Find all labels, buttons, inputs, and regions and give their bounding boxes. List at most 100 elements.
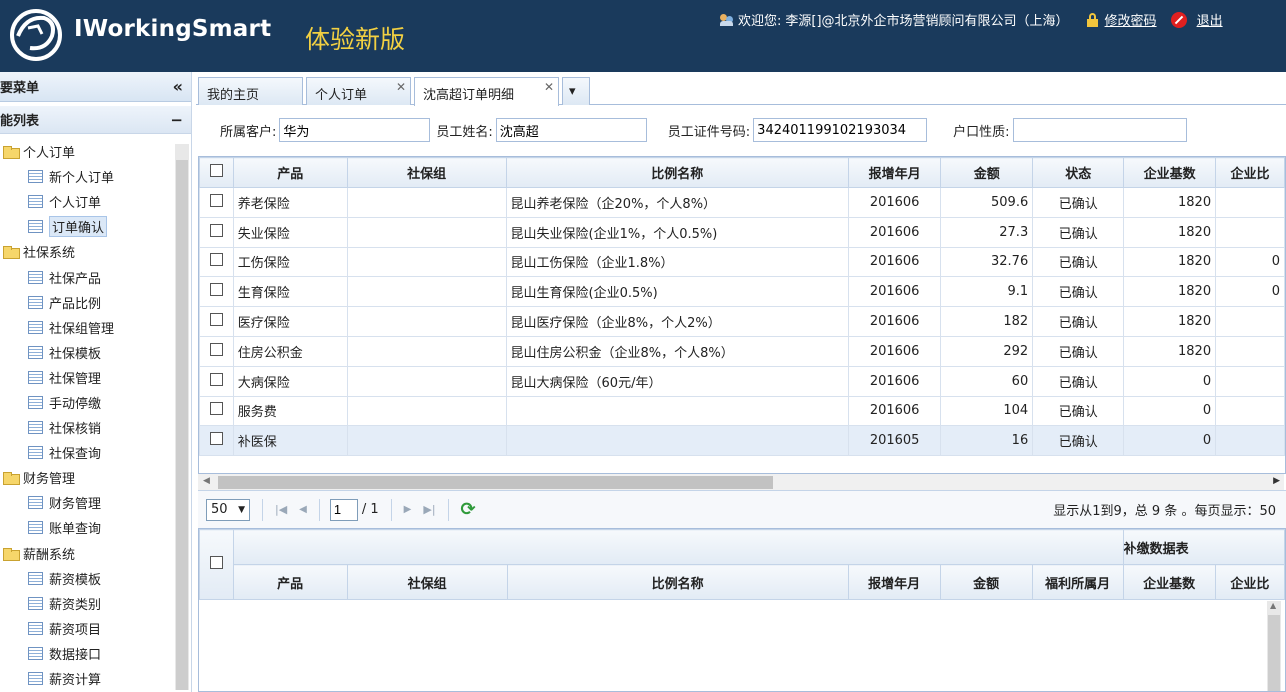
column-header[interactable]: 产品 [232,157,348,188]
table-row[interactable]: 失业保险 昆山失业保险(企业1%，个人0.5%) 201606 27.3 已确认 1820 [199,216,1285,248]
sidebar-item[interactable]: 社保查询 [0,440,191,465]
function-list-toggle[interactable]: − [170,111,183,129]
employee-name-field[interactable] [495,118,647,142]
last-page-icon[interactable]: ▶| [423,503,435,516]
sidebar-item[interactable]: 订单确认 [0,214,191,239]
sidebar-item[interactable]: 账单查询 [0,515,191,540]
sidebar-item[interactable]: 薪资计算 [0,666,191,691]
sidebar-item[interactable]: 个人订单 [0,189,191,214]
row-checkbox[interactable] [209,342,223,356]
sidebar-item[interactable]: 社保管理 [0,365,191,390]
sidebar-item[interactable]: 薪资类别 [0,591,191,616]
column-header[interactable]: 社保组 [346,157,507,188]
table-cell: 60 [940,365,1034,397]
row-checkbox[interactable] [209,432,223,446]
tab-order-detail[interactable]: 沈高超订单明细 ✕ [414,77,559,106]
tab-home[interactable]: 我的主页 [198,77,303,105]
column-header[interactable]: 企业比 [1215,157,1285,188]
logout-link[interactable]: 退出 [1197,10,1223,29]
sidebar-item[interactable]: 社保核销 [0,415,191,440]
supplement-vertical-scrollbar[interactable]: ▲ [1267,601,1281,691]
column-header[interactable]: 社保组 [346,564,508,600]
hukou-label: 户口性质: [953,124,1010,140]
customer-field[interactable] [279,118,431,142]
supplement-vscroll-thumb[interactable] [1268,615,1280,691]
column-header[interactable]: 福利所属月 [1031,564,1124,600]
sidebar-item[interactable]: 手动停缴 [0,390,191,415]
select-all-checkbox[interactable] [209,164,223,177]
column-header[interactable]: 比例名称 [506,564,849,600]
column-header[interactable]: 企业基数 [1122,564,1216,600]
table-row[interactable]: 医疗保险 昆山医疗保险（企业8%，个人2%） 201606 182 已确认 1820 [199,306,1285,337]
column-header[interactable]: 金额 [940,157,1034,188]
tab-list-dropdown[interactable]: ▾ [562,77,590,105]
tab-close-icon[interactable]: ✕ [396,80,406,94]
tree-scrollbar-thumb[interactable] [176,160,188,690]
table-row[interactable]: 大病保险 昆山大病保险（60元/年） 201606 60 已确认 0 [199,365,1285,397]
sidebar-item[interactable]: 社保组管理 [0,315,191,340]
sidebar-item[interactable]: 薪资项目 [0,616,191,641]
tree-folder[interactable]: 个人订单 [0,139,191,164]
tree-folder[interactable]: 社保系统 [0,239,191,264]
row-checkbox[interactable] [209,402,223,416]
first-page-icon[interactable]: |◀ [275,503,287,516]
table-row[interactable]: 补医保 201605 16 已确认 0 [199,425,1285,457]
tab-close-icon[interactable]: ✕ [544,80,554,94]
sidebar-item[interactable]: 社保产品 [0,264,191,289]
row-checkbox[interactable] [209,253,223,267]
tree-scrollbar[interactable] [175,144,189,690]
page-size-select[interactable]: 50 ▼ [206,498,250,521]
new-version-label[interactable]: 体验新版 [305,20,405,56]
change-password-link[interactable]: 修改密码 [1105,10,1157,29]
select-all-checkbox[interactable] [209,556,223,569]
table-row[interactable]: 生育保险 昆山生育保险(企业0.5%) 201606 9.1 已确认 1820 0 [199,276,1285,308]
page-number-input[interactable] [329,498,358,521]
table-row[interactable]: 住房公积金 昆山住房公积金（企业8%，个人8%） 201606 292 已确认 1820 [199,335,1285,367]
page-size-value: 50 [211,502,228,517]
row-checkbox[interactable] [209,283,223,297]
list-icon [28,395,43,409]
list-icon [28,672,43,686]
scroll-up-icon[interactable]: ▲ [1270,601,1276,610]
column-header[interactable]: 企业基数 [1123,157,1217,188]
column-header[interactable]: 报增年月 [847,564,941,600]
refresh-icon[interactable]: ⟳ [461,499,476,520]
sidebar-item[interactable]: 新个人订单 [0,164,191,189]
row-checkbox[interactable] [209,313,223,327]
column-header[interactable]: 金额 [939,564,1033,600]
table-cell [346,365,507,397]
table-row[interactable]: 养老保险 昆山养老保险（企20%，个人8%） 201606 509.6 已确认 1820 [199,187,1285,218]
id-number-field[interactable] [753,118,928,142]
column-header[interactable]: 状态 [1032,157,1125,188]
row-checkbox[interactable] [209,372,223,386]
table-row[interactable]: 工伤保险 昆山工伤保险（企业1.8%） 201606 32.76 已确认 1820 0 [199,246,1285,278]
column-header[interactable]: 产品 [232,564,348,600]
grid-horizontal-scrollbar[interactable]: ◀ ▶ [198,474,1284,490]
collapse-sidebar-button[interactable]: « [173,77,183,96]
tab-home-label: 我的主页 [207,88,260,103]
scroll-left-icon[interactable]: ◀ [203,476,210,486]
list-icon [28,446,43,460]
row-checkbox[interactable] [209,223,223,237]
row-checkbox[interactable] [209,193,223,207]
tree-folder[interactable]: 薪酬系统 [0,541,191,566]
sidebar-item[interactable]: 数据接口 [0,641,191,666]
table-row[interactable]: 服务费 201606 104 已确认 0 [199,395,1285,427]
list-icon [28,220,43,234]
tree-item-label: 薪资项目 [49,622,102,638]
column-header[interactable]: 企业比 [1214,564,1285,600]
grid-hscroll-thumb[interactable] [218,476,773,489]
column-header[interactable]: 比例名称 [505,157,850,188]
hukou-field[interactable] [1012,118,1187,142]
sidebar-item[interactable]: 薪资模板 [0,566,191,591]
tab-personal-orders[interactable]: 个人订单 ✕ [306,77,411,105]
sidebar-item[interactable]: 产品比例 [0,290,191,315]
sidebar-item[interactable]: 财务管理 [0,490,191,515]
tree-folder[interactable]: 财务管理 [0,465,191,490]
checkbox-header-cell [199,157,234,188]
next-page-icon[interactable]: ▶ [404,504,412,515]
scroll-right-icon[interactable]: ▶ [1273,476,1280,486]
column-header[interactable]: 报增年月 [848,157,942,188]
prev-page-icon[interactable]: ◀ [299,504,307,515]
sidebar-item[interactable]: 社保模板 [0,340,191,365]
